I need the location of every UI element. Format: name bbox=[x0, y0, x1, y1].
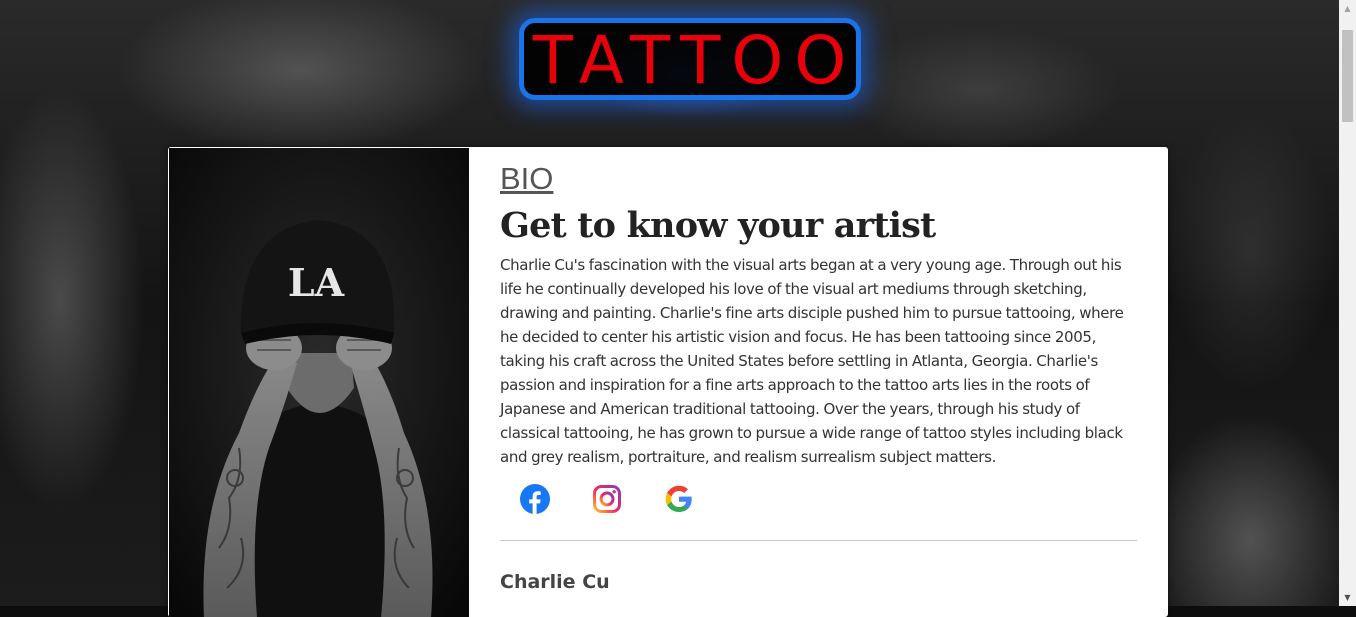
bio-card: LA BIO Get to know your artist Charlie C… bbox=[168, 147, 1168, 617]
scroll-down-arrow-icon[interactable]: ▼ bbox=[1339, 589, 1356, 606]
instagram-icon[interactable] bbox=[592, 484, 622, 514]
artist-photo-image: LA bbox=[169, 148, 469, 617]
facebook-icon[interactable] bbox=[520, 484, 550, 514]
cap-logo: LA bbox=[288, 260, 345, 305]
divider bbox=[500, 540, 1137, 541]
google-icon[interactable] bbox=[664, 484, 694, 514]
bio-link[interactable]: BIO bbox=[500, 161, 553, 197]
site-logo[interactable]: TATTOO bbox=[519, 18, 861, 100]
social-links bbox=[520, 484, 694, 514]
scroll-up-arrow-icon[interactable]: ▲ bbox=[1339, 0, 1356, 17]
logo-text: TATTOO bbox=[532, 22, 858, 99]
artist-name: Charlie Cu bbox=[500, 571, 610, 593]
bio-heading: Get to know your artist bbox=[500, 205, 936, 246]
artist-photo: LA bbox=[169, 148, 469, 617]
page-scrollbar[interactable]: ▲ ▼ bbox=[1339, 0, 1356, 606]
bio-paragraph: Charlie Cu's fascination with the visual… bbox=[500, 256, 1124, 466]
scroll-thumb[interactable] bbox=[1342, 30, 1353, 122]
